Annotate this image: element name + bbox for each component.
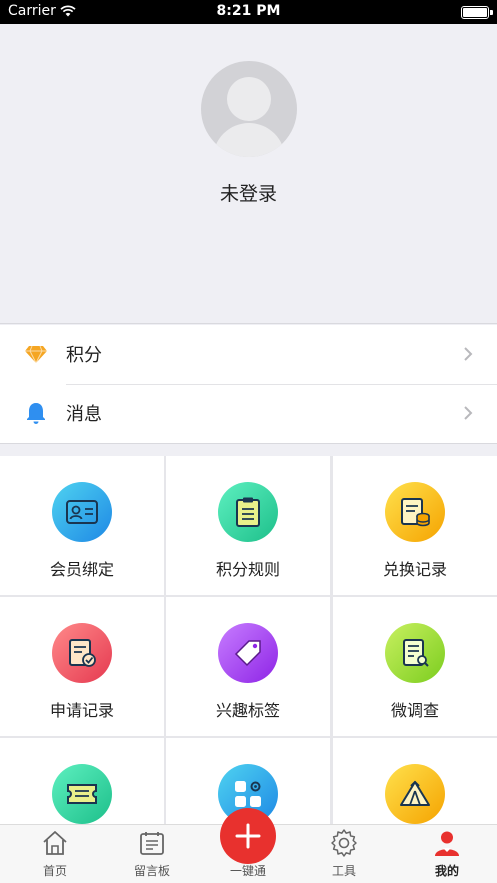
- user-icon: [435, 831, 459, 856]
- application-record-icon: [52, 623, 112, 683]
- grid-item-interest-tags[interactable]: 兴趣标签: [166, 597, 330, 736]
- grid-item-points-rules[interactable]: 积分规则: [166, 456, 330, 595]
- avatar[interactable]: [201, 61, 297, 157]
- grid-item-survey[interactable]: 微调查: [333, 597, 497, 736]
- tag-icon: [218, 623, 278, 683]
- chevron-right-icon: [464, 347, 473, 361]
- tab-label: 工具: [331, 864, 356, 878]
- survey-icon: [385, 623, 445, 683]
- list-item-messages[interactable]: 消息: [0, 384, 497, 443]
- list-item-label: 消息: [66, 404, 102, 425]
- tab-tools[interactable]: 工具: [294, 825, 394, 883]
- grid-item-label: 兴趣标签: [215, 701, 280, 720]
- clipboard-icon: [218, 482, 278, 542]
- login-status[interactable]: 未登录: [0, 179, 497, 206]
- message-board-icon: [140, 832, 164, 855]
- plus-icon: [235, 823, 261, 849]
- list-item-points[interactable]: 积分: [0, 325, 497, 384]
- tab-label: 我的: [434, 864, 459, 878]
- one-click-button[interactable]: [220, 808, 276, 864]
- tent-icon: [385, 764, 445, 824]
- tab-label: 留言板: [133, 864, 170, 878]
- diamond-icon: [25, 345, 47, 365]
- grid-item-label: 会员绑定: [49, 560, 114, 579]
- account-list: 积分 消息: [0, 325, 497, 444]
- list-item-label: 积分: [66, 345, 102, 366]
- ticket-icon: [52, 764, 112, 824]
- grid-item-camping[interactable]: [333, 738, 497, 828]
- status-bar: Carrier 8:21 PM: [0, 0, 497, 24]
- grid-item-label: 兑换记录: [382, 560, 447, 579]
- one-click-label: 一键通: [229, 864, 266, 878]
- battery-icon: [461, 6, 493, 19]
- clock: 8:21 PM: [216, 3, 281, 19]
- tab-home[interactable]: 首页: [5, 825, 105, 883]
- grid-item-label: 微调查: [390, 701, 439, 720]
- grid-item-member-binding[interactable]: 会员绑定: [0, 456, 164, 595]
- gear-icon: [331, 829, 357, 857]
- bell-icon: [27, 403, 45, 424]
- home-icon: [43, 831, 67, 855]
- exchange-record-icon: [385, 482, 445, 542]
- grid-item-ticket[interactable]: [0, 738, 164, 828]
- grid-item-application-records[interactable]: 申请记录: [0, 597, 164, 736]
- member-card-icon: [52, 482, 112, 542]
- feature-grid: 会员绑定 积分规则 兑换记录 申请记录 兴趣标签 微调查: [0, 456, 497, 828]
- chevron-right-icon: [464, 406, 473, 420]
- grid-item-label: 申请记录: [49, 701, 114, 720]
- tab-message-board[interactable]: 留言板: [102, 825, 202, 883]
- profile-header: 未登录: [0, 24, 497, 324]
- tab-label: 首页: [42, 864, 67, 878]
- grid-item-label: 积分规则: [215, 560, 280, 579]
- tab-mine[interactable]: 我的: [397, 825, 497, 883]
- grid-item-exchange-records[interactable]: 兑换记录: [333, 456, 497, 595]
